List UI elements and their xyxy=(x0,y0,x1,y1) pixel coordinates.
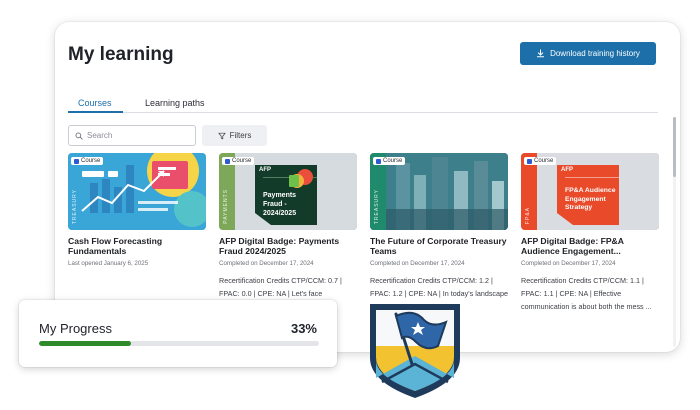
course-title[interactable]: The Future of Corporate Treasury Teams xyxy=(370,236,508,256)
course-badge: Course xyxy=(524,157,557,165)
tab-bar: Courses Learning paths xyxy=(68,95,658,113)
filters-label: Filters xyxy=(229,131,252,140)
filter-icon xyxy=(218,132,226,139)
course-thumbnail: AFP Payments Fraud - 2024/2025 Course PA… xyxy=(219,153,357,230)
tab-learning-paths[interactable]: Learning paths xyxy=(145,98,205,108)
page-title: My learning xyxy=(68,44,174,65)
course-thumbnail: AFP FP&A Audience Engagement Strategy Co… xyxy=(521,153,659,230)
thumbnail-heading: Payments Fraud - 2024/2025 xyxy=(263,192,297,217)
course-badge: Course xyxy=(71,157,104,165)
course-description: Recertification Credits CTP/CCM: 1.2 | F… xyxy=(370,276,509,298)
course-date: Completed on December 17, 2024 xyxy=(521,260,616,267)
flag-badge-icon xyxy=(370,304,460,398)
course-card[interactable]: AFP FP&A Audience Engagement Strategy Co… xyxy=(521,153,659,352)
download-icon xyxy=(536,49,545,58)
category-label: PAYMENTS xyxy=(223,189,229,224)
course-title[interactable]: Cash Flow Forecasting Fundamentals xyxy=(68,236,206,256)
course-date: Completed on December 17, 2024 xyxy=(219,260,314,267)
thumbnail-heading: FP&A Audience Engagement Strategy xyxy=(565,187,616,211)
progress-bar xyxy=(39,341,319,346)
course-type-icon xyxy=(74,158,79,164)
course-description: Recertification Credits CTP/CCM: 1.1 | F… xyxy=(521,276,652,311)
tab-courses[interactable]: Courses xyxy=(78,98,112,108)
active-tab-indicator xyxy=(68,111,123,113)
download-button-label: Download training history xyxy=(550,49,640,58)
course-type-icon xyxy=(527,158,532,164)
progress-label: My Progress xyxy=(39,321,112,336)
course-title[interactable]: AFP Digital Badge: FP&A Audience Engagem… xyxy=(521,236,659,256)
course-date: Last opened January 6, 2025 xyxy=(68,260,149,267)
my-progress-card: My Progress 33% xyxy=(19,300,337,367)
course-date: Completed on December 17, 2024 xyxy=(370,260,465,267)
afp-brand: AFP xyxy=(259,167,271,173)
scrollbar-thumb[interactable] xyxy=(673,117,676,177)
afp-brand: AFP xyxy=(561,167,573,173)
course-badge: Course xyxy=(222,157,255,165)
course-thumbnail: Course TREASURY xyxy=(68,153,206,230)
course-type-icon xyxy=(376,158,381,164)
category-label: TREASURY xyxy=(72,188,78,224)
progress-bar-fill xyxy=(39,341,132,346)
search-icon xyxy=(75,132,83,140)
filters-button[interactable]: Filters xyxy=(202,125,267,146)
category-label: FP&A xyxy=(525,206,531,224)
course-description: Recertification Credits CTP/CCM: 0.7 | F… xyxy=(219,276,342,298)
category-label: TREASURY xyxy=(374,188,380,224)
course-title[interactable]: AFP Digital Badge: Payments Fraud 2024/2… xyxy=(219,236,357,256)
course-badge: Course xyxy=(373,157,406,165)
course-thumbnail: Course TREASURY xyxy=(370,153,508,230)
progress-value: 33% xyxy=(290,321,317,336)
course-type-icon xyxy=(225,158,230,164)
search-input[interactable]: Search xyxy=(68,125,196,146)
download-training-history-button[interactable]: Download training history xyxy=(520,42,656,65)
search-placeholder: Search xyxy=(87,131,113,140)
